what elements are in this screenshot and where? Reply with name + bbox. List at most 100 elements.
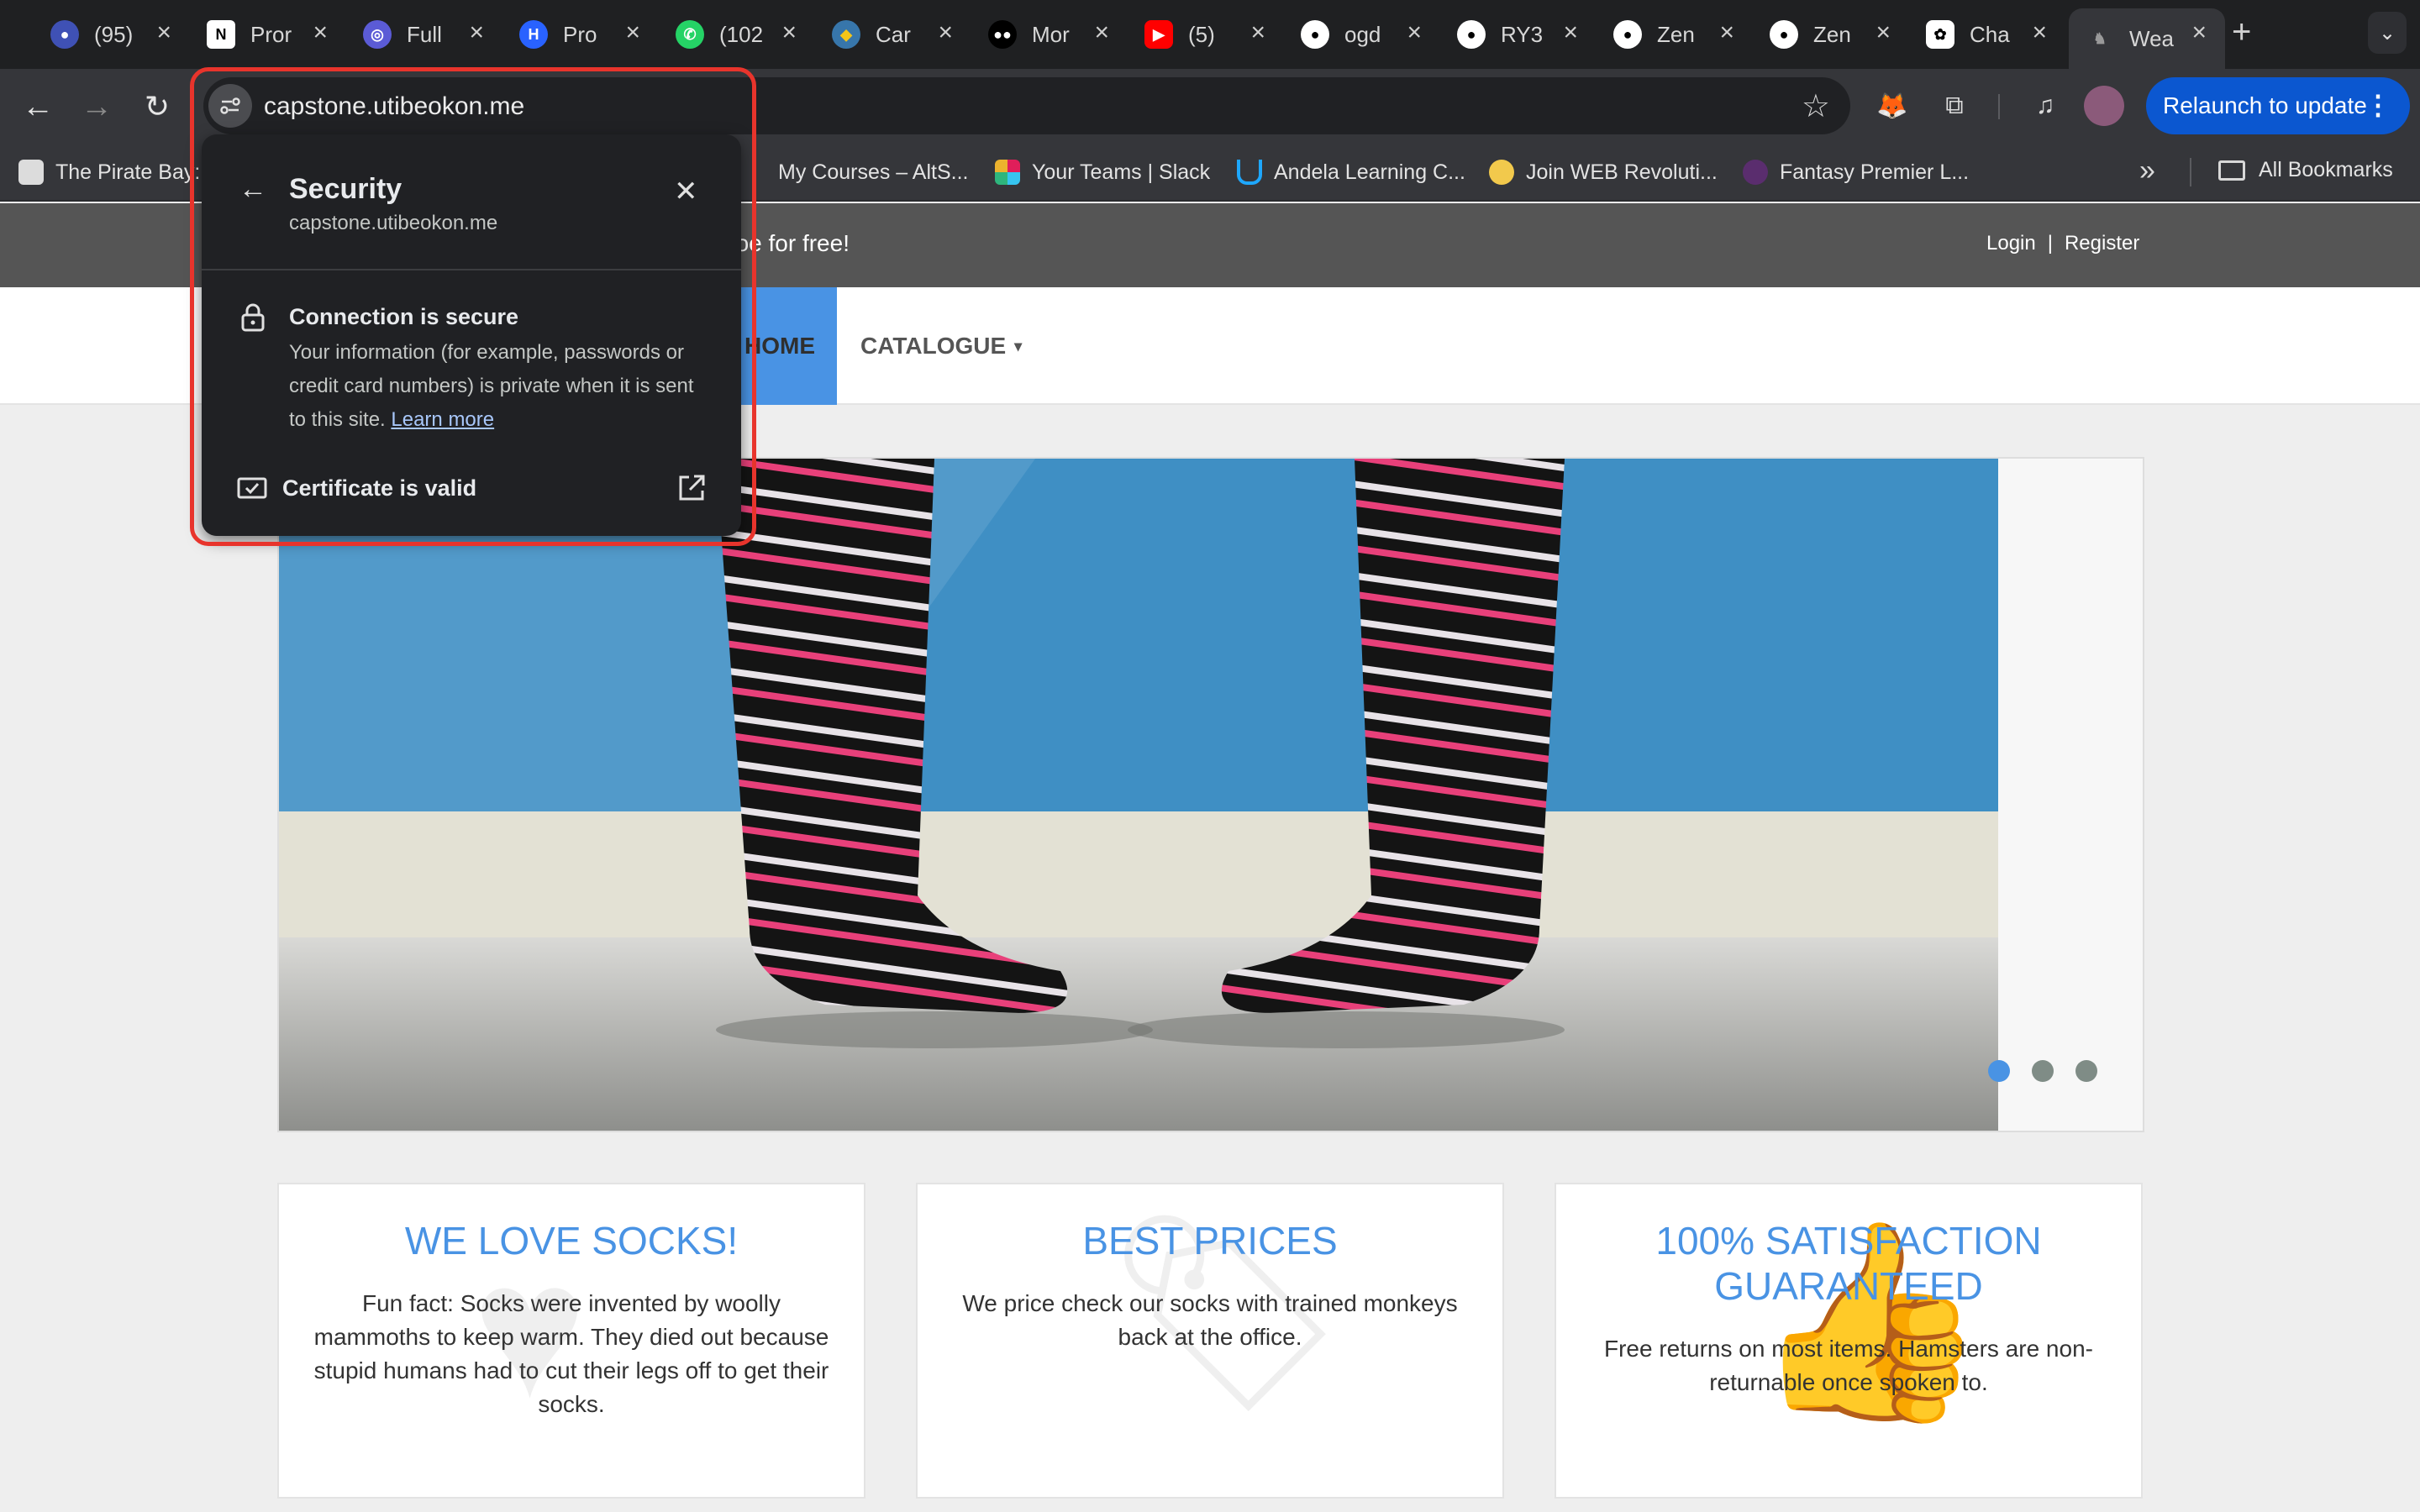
login-link[interactable]: Login — [1986, 232, 2036, 255]
close-icon[interactable]: × — [313, 18, 328, 47]
more-menu-icon[interactable]: ⋮ — [2365, 89, 2391, 121]
tab[interactable]: ● (95) × — [34, 12, 190, 57]
github-icon: ● — [1770, 20, 1798, 49]
all-bookmarks-button[interactable]: All Bookmarks — [2218, 158, 2393, 182]
tab-active[interactable]: ♞ Wea × — [2069, 8, 2225, 69]
openai-icon: ✿ — [1926, 20, 1954, 49]
bookmark-label: My Courses – AltS... — [778, 160, 969, 184]
carousel-dot-1[interactable] — [1988, 1060, 2010, 1082]
nav-catalogue[interactable]: CATALOGUE ▾ — [860, 287, 1022, 405]
web-revolution-icon — [1489, 160, 1514, 185]
bookmark-item[interactable]: Andela Learning C... — [1237, 158, 1465, 186]
tab-title: (95) — [94, 21, 134, 47]
tab[interactable]: ● RY3 × — [1440, 12, 1597, 57]
feature-title: BEST PRICES — [1082, 1219, 1338, 1263]
bookmark-label: Fantasy Premier L... — [1780, 160, 1970, 184]
tab[interactable]: ● Zen × — [1753, 12, 1909, 57]
reload-icon[interactable]: ↻ — [134, 84, 180, 129]
caret-down-icon: ▾ — [1014, 337, 1023, 354]
tab-search-button[interactable]: ⌄ — [2368, 12, 2407, 54]
bookmark-item[interactable]: Your Teams | Slack — [995, 158, 1210, 186]
close-icon[interactable]: × — [469, 18, 484, 47]
tab[interactable]: ● ogd × — [1284, 12, 1440, 57]
hero-socks-image — [279, 459, 1998, 1131]
feature-text: Fun fact: Socks were invented by woolly … — [313, 1290, 829, 1417]
carousel-dot-3[interactable] — [2075, 1060, 2097, 1082]
python-icon: ◆ — [832, 20, 860, 49]
medium-icon: ●● — [988, 20, 1017, 49]
relaunch-button[interactable]: Relaunch to update ⋮ — [2146, 77, 2410, 134]
premier-league-icon — [1743, 160, 1768, 185]
nav-catalogue-label: CATALOGUE — [860, 333, 1007, 359]
whatsapp-icon: ✆ — [676, 20, 704, 49]
hashnode-icon: H — [519, 20, 548, 49]
tab[interactable]: H Pro × — [502, 12, 659, 57]
bookmarks-overflow-icon[interactable]: » — [2139, 155, 2155, 187]
tab[interactable]: ✿ Cha × — [1909, 12, 2065, 57]
tab-title: (5) — [1188, 21, 1215, 47]
bookmark-item[interactable]: Fantasy Premier L... — [1743, 158, 1969, 186]
close-icon[interactable]: × — [1250, 18, 1265, 47]
bookmark-item[interactable]: My Courses – AltS... — [739, 158, 968, 186]
feature-text: Free returns on most items. Hamsters are… — [1604, 1336, 2093, 1395]
all-bookmarks-label: All Bookmarks — [2259, 158, 2393, 181]
new-tab-button[interactable]: + — [2232, 13, 2251, 51]
tab-title: (102 — [719, 21, 764, 47]
feature-card: ♥ WE LOVE SOCKS! Fun fact: Socks were in… — [277, 1183, 865, 1499]
extensions-puzzle-icon[interactable]: ⧉ — [1934, 86, 1975, 126]
close-icon[interactable]: × — [1094, 18, 1109, 47]
register-link[interactable]: Register — [2065, 232, 2139, 255]
tab-title: RY3 — [1501, 21, 1544, 47]
forward-arrow-icon[interactable]: → — [74, 84, 119, 129]
tab[interactable]: ◆ Car × — [815, 12, 971, 57]
tab-title: Zen — [1657, 21, 1695, 47]
bookmarks-divider — [2190, 158, 2191, 186]
folder-icon — [2218, 160, 2245, 181]
github-icon: ● — [1613, 20, 1642, 49]
metamask-icon[interactable]: 🦊 — [1872, 86, 1912, 126]
tab-title: Cha — [1970, 21, 2010, 47]
close-icon[interactable]: × — [781, 18, 797, 47]
tab-title: Pror — [250, 21, 292, 47]
bookmark-label: Join WEB Revoluti... — [1526, 160, 1718, 184]
tab[interactable]: ✆ (102 × — [659, 12, 815, 57]
carousel-dot-2[interactable] — [2032, 1060, 2054, 1082]
close-icon[interactable]: × — [1876, 18, 1891, 47]
tab[interactable]: ◎ Full × — [346, 12, 502, 57]
tab[interactable]: N Pror × — [190, 12, 346, 57]
bookmark-item[interactable]: The Pirate Bay: — [18, 158, 200, 186]
bookmark-item[interactable]: Join WEB Revoluti... — [1489, 158, 1718, 186]
auth-links: Login | Register — [1986, 232, 2139, 255]
tab[interactable]: ●● Mor × — [971, 12, 1128, 57]
close-icon[interactable]: × — [1719, 18, 1734, 47]
close-icon[interactable]: × — [625, 18, 640, 47]
tab[interactable]: ▶ (5) × — [1128, 12, 1284, 57]
pirate-ship-icon — [18, 160, 44, 185]
feature-card: 👍 100% SATISFACTION GUARANTEED Free retu… — [1555, 1183, 2143, 1499]
tab-title: Mor — [1032, 21, 1070, 47]
notion-icon: N — [207, 20, 235, 49]
tab-title: Pro — [563, 21, 597, 47]
close-icon[interactable]: × — [938, 18, 953, 47]
back-arrow-icon[interactable]: ← — [15, 84, 60, 129]
youtube-icon: ▶ — [1144, 20, 1173, 49]
globe-icon: ◎ — [363, 20, 392, 49]
bookmark-star-icon[interactable]: ☆ — [1802, 87, 1830, 125]
media-controls-icon[interactable]: ♫ — [2025, 86, 2065, 126]
feature-title: 100% SATISFACTION GUARANTEED — [1655, 1219, 2042, 1308]
close-icon[interactable]: × — [2032, 18, 2047, 47]
github-icon: ● — [1301, 20, 1329, 49]
avatar[interactable] — [2084, 86, 2124, 126]
highlight-annotation — [190, 67, 756, 546]
bookmark-label: Andela Learning C... — [1274, 160, 1465, 184]
feature-text: We price check our socks with trained mo… — [962, 1290, 1458, 1350]
badge-icon: ● — [50, 20, 79, 49]
tab-strip: ● (95) × N Pror × ◎ Full × H Pro × ✆ (10… — [0, 0, 2420, 69]
close-icon[interactable]: × — [1563, 18, 1578, 47]
feature-card: 🏷 BEST PRICES We price check our socks w… — [916, 1183, 1504, 1499]
close-icon[interactable]: × — [2191, 18, 2207, 47]
tab[interactable]: ● Zen × — [1597, 12, 1753, 57]
tab-title: Car — [876, 21, 911, 47]
close-icon[interactable]: × — [156, 18, 171, 47]
close-icon[interactable]: × — [1407, 18, 1422, 47]
